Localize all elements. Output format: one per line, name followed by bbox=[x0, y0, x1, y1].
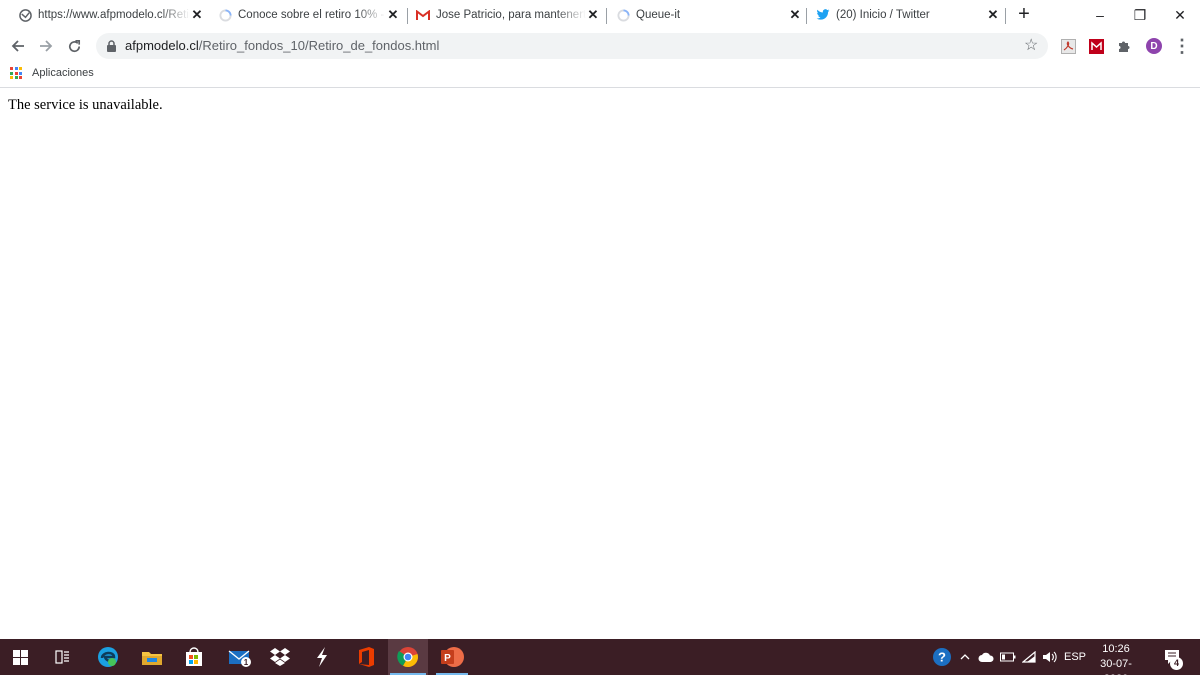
reload-icon bbox=[68, 39, 80, 52]
volume-icon[interactable] bbox=[1040, 639, 1060, 675]
system-clock[interactable]: 10:26 30-07-2020 bbox=[1088, 642, 1144, 675]
start-button[interactable] bbox=[2, 639, 38, 675]
gmail-icon bbox=[416, 8, 430, 22]
arrow-left-icon bbox=[11, 40, 24, 52]
close-tab-icon[interactable]: ✕ bbox=[986, 8, 1000, 22]
pdf-extension-icon[interactable] bbox=[1060, 38, 1076, 54]
tab-title: Jose Patricio, para mantenerte informado bbox=[436, 9, 586, 21]
new-tab-button[interactable]: + bbox=[1014, 4, 1034, 25]
windows-taskbar: 1 P ? ESP 10:26 30-07-2020 4 bbox=[0, 639, 1200, 675]
loading-spinner-icon bbox=[616, 8, 630, 22]
mcafee-extension-icon[interactable] bbox=[1088, 38, 1104, 54]
chrome-icon[interactable] bbox=[388, 639, 428, 675]
url-path: /Retiro_fondos_10/Retiro_de_fondos.html bbox=[198, 38, 440, 53]
bookmarks-bar: Aplicaciones bbox=[0, 62, 1200, 88]
powerpoint-icon[interactable]: P bbox=[434, 639, 470, 675]
mail-badge: 1 bbox=[244, 658, 249, 667]
dropbox-icon[interactable] bbox=[262, 639, 298, 675]
help-tray-icon[interactable]: ? bbox=[930, 639, 954, 675]
language-indicator[interactable]: ESP bbox=[1062, 639, 1088, 675]
menu-kebab-icon[interactable]: ⋮ bbox=[1173, 37, 1191, 55]
close-window-button[interactable]: ✕ bbox=[1160, 0, 1200, 30]
show-hidden-icons-chevron[interactable] bbox=[956, 639, 974, 675]
tab-title: https://www.afpmodelo.cl/Retiro_fondos_1… bbox=[38, 9, 190, 21]
tab-divider bbox=[1005, 8, 1006, 24]
bookmark-apps[interactable]: Aplicaciones bbox=[10, 67, 94, 79]
restore-button[interactable]: ❐ bbox=[1120, 0, 1160, 30]
onedrive-cloud-icon[interactable] bbox=[976, 639, 996, 675]
close-tab-icon[interactable]: ✕ bbox=[788, 8, 802, 22]
bolt-app-icon[interactable] bbox=[304, 639, 340, 675]
tab-title: (20) Inicio / Twitter bbox=[836, 9, 930, 21]
error-message: The service is unavailable. bbox=[8, 97, 163, 113]
mail-icon[interactable]: 1 bbox=[222, 639, 258, 675]
close-tab-icon[interactable]: ✕ bbox=[386, 8, 400, 22]
battery-icon[interactable] bbox=[998, 639, 1018, 675]
tab-conoce-retiro[interactable]: Conoce sobre el retiro 10% - AFP Modelo … bbox=[218, 0, 400, 30]
back-button[interactable] bbox=[8, 36, 28, 56]
reload-button[interactable] bbox=[64, 36, 84, 56]
extensions-puzzle-icon[interactable] bbox=[1116, 38, 1132, 54]
profile-avatar[interactable]: D bbox=[1146, 38, 1162, 54]
loading-spinner-icon bbox=[218, 8, 232, 22]
tab-divider bbox=[407, 8, 408, 24]
tab-title: Conoce sobre el retiro 10% - AFP Modelo bbox=[238, 9, 386, 21]
globe-icon bbox=[18, 8, 32, 22]
clock-date: 30-07-2020 bbox=[1100, 658, 1132, 675]
task-view-icon[interactable] bbox=[44, 639, 80, 675]
svg-text:P: P bbox=[444, 653, 451, 664]
svg-text:?: ? bbox=[938, 650, 946, 665]
twitter-icon bbox=[816, 8, 830, 22]
close-tab-icon[interactable]: ✕ bbox=[586, 8, 600, 22]
file-explorer-icon[interactable] bbox=[134, 639, 170, 675]
store-icon[interactable] bbox=[176, 639, 212, 675]
action-center-icon[interactable] bbox=[1160, 639, 1184, 675]
page-content: The service is unavailable. bbox=[0, 89, 1200, 639]
tab-queue-it[interactable]: Queue-it ✕ bbox=[616, 0, 802, 30]
tab-divider bbox=[806, 8, 807, 24]
apps-grid-icon bbox=[10, 67, 22, 79]
wifi-icon[interactable] bbox=[1020, 639, 1038, 675]
clock-time: 10:26 bbox=[1102, 643, 1130, 655]
windows-logo-icon bbox=[12, 649, 28, 665]
browser-toolbar: afpmodelo.cl/Retiro_fondos_10/Retiro_de_… bbox=[0, 30, 1200, 62]
address-bar[interactable]: afpmodelo.cl/Retiro_fondos_10/Retiro_de_… bbox=[96, 33, 1048, 59]
bookmark-label: Aplicaciones bbox=[32, 67, 94, 79]
tab-divider bbox=[606, 8, 607, 24]
close-tab-icon[interactable]: ✕ bbox=[190, 8, 204, 22]
lock-icon bbox=[107, 40, 116, 52]
bookmark-star-icon[interactable]: ☆ bbox=[1024, 37, 1038, 55]
forward-button[interactable] bbox=[36, 36, 56, 56]
tab-title: Queue-it bbox=[636, 9, 681, 21]
tab-strip: https://www.afpmodelo.cl/Retiro_fondos_1… bbox=[0, 0, 1200, 30]
url-text[interactable]: afpmodelo.cl/Retiro_fondos_10/Retiro_de_… bbox=[125, 38, 439, 53]
tab-twitter[interactable]: (20) Inicio / Twitter ✕ bbox=[816, 0, 1000, 30]
arrow-right-icon bbox=[40, 40, 53, 52]
edge-icon[interactable] bbox=[90, 639, 126, 675]
notification-count-badge: 4 bbox=[1170, 657, 1183, 670]
tab-gmail[interactable]: Jose Patricio, para mantenerte informado… bbox=[416, 0, 600, 30]
tab-afpmodelo[interactable]: https://www.afpmodelo.cl/Retiro_fondos_1… bbox=[18, 0, 204, 30]
office-icon[interactable] bbox=[348, 639, 384, 675]
minimize-button[interactable]: – bbox=[1080, 0, 1120, 30]
url-host: afpmodelo.cl bbox=[125, 38, 199, 53]
